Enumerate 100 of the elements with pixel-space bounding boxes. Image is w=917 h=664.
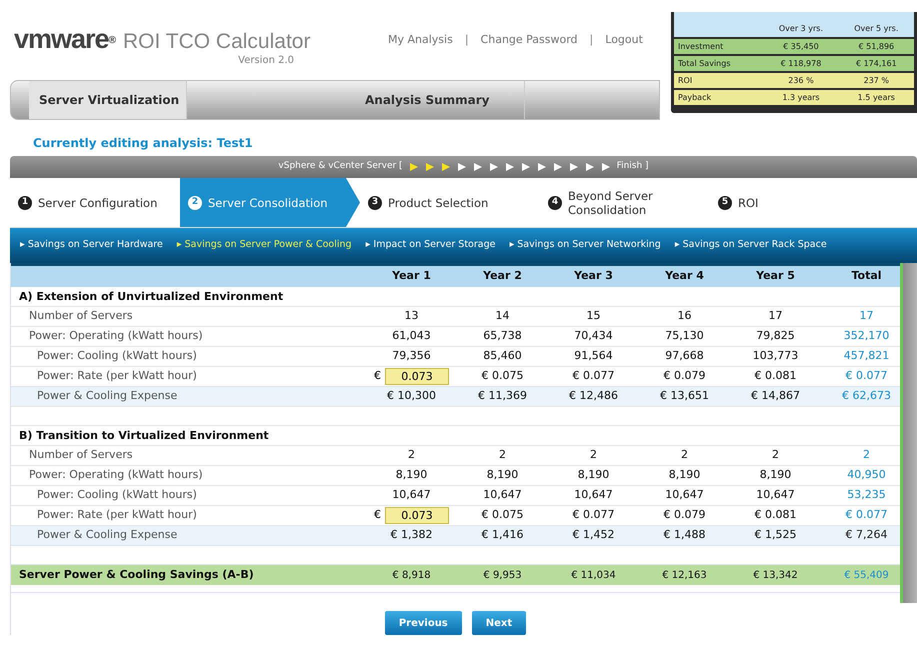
subnav-link[interactable]: ▸ Savings on Server Networking bbox=[509, 238, 661, 253]
row-label: Server Power & Cooling Savings (A-B) bbox=[18, 566, 255, 583]
column-header: Year 2 bbox=[482, 268, 523, 284]
table-cell-text: 65,738 bbox=[482, 328, 523, 344]
step-number-icon: 4 bbox=[548, 196, 562, 210]
table-cell-text: 10,647 bbox=[664, 487, 705, 504]
row-label: Power: Cooling (kWatt hours) bbox=[36, 487, 198, 504]
table-cell-text: 16 bbox=[676, 308, 692, 324]
row-label: Power: Operating (kWatt hours) bbox=[28, 467, 204, 484]
row-label: Total Savings bbox=[677, 58, 732, 70]
currency-symbol: € bbox=[374, 507, 381, 524]
subnav-link[interactable]: ▸ Impact on Server Storage bbox=[366, 238, 496, 253]
summary-value: 1.3 years bbox=[781, 92, 821, 104]
table-cell-text: € 1,382 bbox=[390, 527, 434, 544]
table-cell-text: € 1,488 bbox=[662, 527, 706, 544]
table-cell-text: € 0.079 bbox=[662, 507, 706, 524]
table-cell-text: € 0.077 bbox=[572, 368, 616, 384]
table-cell-text: 15 bbox=[586, 308, 602, 324]
summary-value: 237 % bbox=[862, 74, 890, 86]
table-cell-text: 10,647 bbox=[391, 487, 432, 504]
side-panel-tab[interactable] bbox=[900, 263, 917, 603]
table-cell-text: € 1,525 bbox=[754, 527, 798, 544]
main-tab[interactable]: Analysis Summary bbox=[355, 81, 525, 119]
row-label: Power & Cooling Expense bbox=[36, 527, 178, 544]
total-cell-text: 40,950 bbox=[846, 467, 887, 484]
column-header: Over 3 yrs. bbox=[778, 23, 824, 35]
brand-logo: vmware$^{®}$ bbox=[14, 26, 115, 53]
header-link[interactable]: Logout bbox=[605, 32, 643, 48]
table-cell-text: € 0.081 bbox=[754, 507, 798, 524]
table-cell-text: 91,564 bbox=[573, 348, 614, 364]
table-cell-text: € 1,452 bbox=[572, 527, 616, 544]
step-number-icon: 3 bbox=[368, 196, 382, 210]
total-cell-text: € 7,264 bbox=[844, 527, 888, 544]
subnav-link[interactable]: ▸ Savings on Server Hardware bbox=[20, 238, 163, 253]
table-cell-text: € 12,486 bbox=[568, 388, 619, 404]
link-separator: | bbox=[590, 32, 594, 48]
header-link[interactable]: My Analysis bbox=[388, 32, 453, 48]
nav-button[interactable]: Next bbox=[472, 611, 526, 635]
row-label: Investment bbox=[677, 40, 724, 52]
row-label: Power & Cooling Expense bbox=[36, 388, 178, 404]
table-cell-text: 2 bbox=[771, 447, 780, 464]
table-cell-text: 79,356 bbox=[391, 348, 432, 364]
table-cell-text: € 8,918 bbox=[391, 568, 432, 582]
table-cell-text: 103,773 bbox=[752, 348, 800, 364]
total-cell-text: 53,235 bbox=[846, 487, 887, 504]
table-cell-text: € 0.081 bbox=[754, 368, 798, 384]
table-cell-text: € 14,867 bbox=[750, 388, 801, 404]
step-number-icon: 5 bbox=[718, 196, 732, 210]
table-cell-text: 10,647 bbox=[573, 487, 614, 504]
total-cell-text: 352,170 bbox=[842, 328, 890, 344]
table-cell-text: 8,190 bbox=[758, 467, 792, 484]
table-cell-text: € 0.075 bbox=[480, 368, 524, 384]
total-cell-text: € 0.077 bbox=[844, 368, 888, 384]
row-label: Power: Rate (per kWatt hour) bbox=[36, 507, 198, 524]
summary-value: € 118,978 bbox=[780, 58, 822, 70]
table-cell-text: 10,647 bbox=[755, 487, 796, 504]
step-number-icon: 2 bbox=[188, 196, 202, 210]
section-heading: B) Transition to Virtualized Environment bbox=[18, 428, 270, 444]
table-cell-text: € 12,163 bbox=[661, 568, 708, 582]
summary-value: € 174,161 bbox=[854, 58, 898, 70]
subnav-link[interactable]: ▸ Savings on Server Power & Cooling bbox=[176, 238, 352, 253]
total-cell-text: 2 bbox=[862, 447, 871, 464]
table-cell-text: € 11,369 bbox=[477, 388, 528, 404]
summary-value: € 35,450 bbox=[782, 40, 820, 52]
main-tab[interactable]: Server Virtualization bbox=[29, 81, 187, 119]
table-cell-text: € 0.075 bbox=[480, 507, 524, 524]
table-cell-text: 8,190 bbox=[394, 467, 428, 484]
table-cell-text: € 1,416 bbox=[480, 527, 524, 544]
version-label: Version 2.0 bbox=[238, 54, 294, 68]
row-label: Payback bbox=[677, 92, 712, 104]
row-label: Power: Rate (per kWatt hour) bbox=[36, 368, 198, 384]
total-cell-text: 17 bbox=[858, 308, 874, 324]
total-cell-text: € 55,409 bbox=[843, 568, 890, 582]
table-cell-text: 14 bbox=[494, 308, 510, 324]
table-cell-text: € 10,300 bbox=[386, 388, 437, 404]
rate-input[interactable]: 0.073 bbox=[385, 507, 449, 524]
table-cell-text: 97,668 bbox=[664, 348, 705, 364]
table-cell-text: 2 bbox=[589, 447, 598, 464]
step-tab[interactable]: 2 Server Consolidation bbox=[180, 178, 360, 227]
summary-value: € 51,896 bbox=[858, 40, 896, 52]
analysis-name: Test1 bbox=[216, 136, 253, 150]
nav-button[interactable]: Previous bbox=[384, 611, 462, 635]
table-cell-text: € 13,342 bbox=[752, 568, 799, 582]
progress-label: Finish ] bbox=[616, 160, 649, 174]
table-cell-text: 13 bbox=[404, 308, 420, 324]
editing-label: Currently editing analysis: bbox=[33, 136, 214, 150]
rate-input[interactable]: 0.073 bbox=[385, 368, 449, 385]
progress-label: vSphere & vCenter Server [ bbox=[278, 160, 403, 174]
summary-value: 1.5 years bbox=[856, 92, 896, 104]
row-label: Number of Servers bbox=[28, 308, 134, 324]
column-header: Year 4 bbox=[664, 268, 705, 284]
row-label: Power: Operating (kWatt hours) bbox=[28, 328, 204, 344]
table-cell-text: € 11,034 bbox=[570, 568, 617, 582]
header-link[interactable]: Change Password bbox=[480, 32, 578, 48]
row-label: Power: Cooling (kWatt hours) bbox=[36, 348, 198, 364]
link-separator: | bbox=[464, 32, 469, 48]
column-header: Year 1 bbox=[391, 268, 432, 284]
subnav-link[interactable]: ▸ Savings on Server Rack Space bbox=[674, 238, 827, 253]
table-cell-text: 70,434 bbox=[573, 328, 614, 344]
table-cell-text: 17 bbox=[768, 308, 784, 324]
